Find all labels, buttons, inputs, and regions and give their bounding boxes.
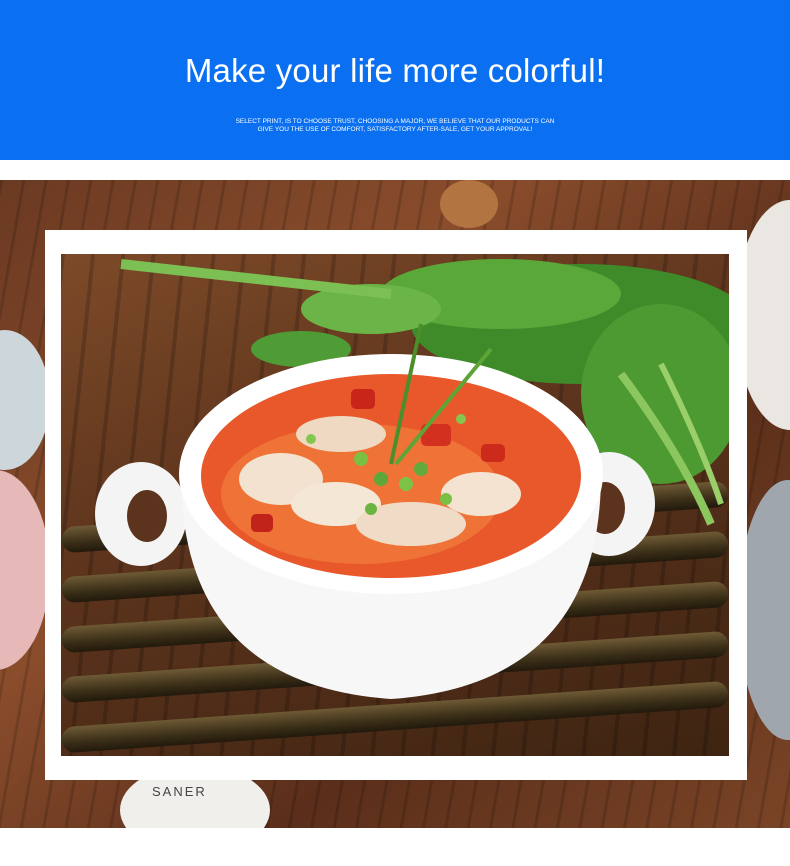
header-banner: Make your life more colorful! SELECT PRI…: [0, 0, 790, 160]
banner-subtitle: SELECT PRINT, IS TO CHOOSE TRUST, CHOOSI…: [200, 118, 590, 134]
plate-brand-label: SANER: [152, 784, 207, 799]
product-scene-background: SANER: [0, 180, 790, 828]
banner-subtitle-line-2: GIVE YOU THE USE OF COMFORT, SATISFACTOR…: [257, 126, 533, 133]
soup-bowl-illustration: [95, 259, 729, 699]
banner-subtitle-line-1: SELECT PRINT, IS TO CHOOSE TRUST, CHOOSI…: [235, 118, 555, 125]
product-photo: [61, 254, 729, 756]
pepper-grinder: [440, 180, 498, 228]
photo-frame: [45, 230, 747, 780]
background-plate-left-lower: [0, 470, 50, 670]
banner-title: Make your life more colorful!: [184, 52, 606, 89]
background-plate-left: [0, 330, 50, 470]
